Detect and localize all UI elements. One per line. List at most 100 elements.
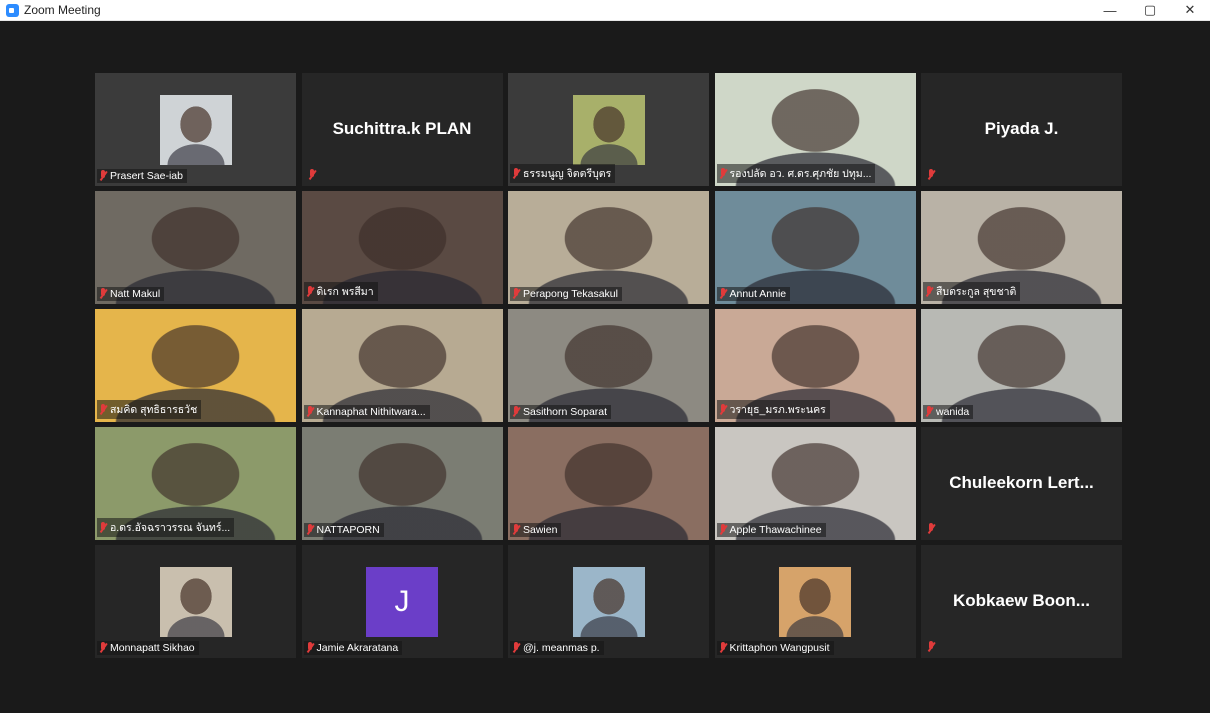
- participant-name-label: ดิเรก พรสีมา: [303, 282, 378, 301]
- window-title: Zoom Meeting: [24, 3, 101, 17]
- window-controls: — ▢ ✕: [1090, 0, 1210, 20]
- participant-tile[interactable]: NATTAPORN: [301, 427, 503, 540]
- participant-name-display: Piyada J.: [984, 118, 1059, 138]
- participant-tile[interactable]: Natt Makul: [95, 191, 296, 304]
- participant-name: Krittaphon Wangpusit: [729, 642, 830, 654]
- participant-name-display: Chuleekorn Lert...: [949, 472, 1094, 492]
- participant-name-label: Annut Annie: [716, 287, 791, 301]
- mic-muted-icon: [719, 642, 727, 654]
- participant-name: Prasert Sae-iab: [110, 170, 183, 182]
- profile-picture: [572, 95, 645, 165]
- participant-name-label: @j. meanmas p.: [510, 641, 604, 655]
- participant-name: วรายุธ_มรภ.พระนคร: [729, 404, 826, 416]
- participant-name: Natt Makul: [110, 288, 161, 300]
- participant-tile[interactable]: Perapong Tekasakul: [508, 191, 709, 304]
- participant-tile[interactable]: J Jamie Akraratana: [301, 545, 503, 658]
- mic-muted-icon: [925, 285, 933, 298]
- participant-name: Sasithorn Soparat: [523, 406, 608, 418]
- participant-tile[interactable]: ธรรมนูญ จิตตรีบุตร: [508, 73, 709, 186]
- mic-muted-icon: [99, 521, 107, 534]
- meeting-stage: Prasert Sae-iab Suchittra.k PLAN ธรรมนูญ จ…: [7, 21, 1203, 707]
- participant-name: wanida: [936, 406, 970, 418]
- participant-tile[interactable]: @j. meanmas p.: [508, 545, 709, 658]
- participant-name-label: Prasert Sae-iab: [97, 169, 187, 183]
- participant-name-label: Sawien: [510, 523, 562, 537]
- mic-muted-icon: [927, 523, 935, 535]
- participant-name: ดิเรก พรสีมา: [316, 286, 374, 298]
- participant-name-label: Monnapatt Sikhao: [97, 641, 199, 655]
- participant-tile[interactable]: Suchittra.k PLAN: [301, 73, 503, 186]
- participant-name: ธรรมนูญ จิตตรีบุตร: [523, 168, 612, 180]
- mic-muted-icon: [99, 642, 107, 654]
- participant-tile[interactable]: รองปลัด อว. ศ.ดร.ศุภชัย ปทุม...: [714, 73, 916, 186]
- participant-name-label: สืบตระกูล สุขชาติ: [923, 282, 1021, 301]
- profile-picture: [779, 567, 851, 637]
- title-bar: Zoom Meeting — ▢ ✕: [0, 0, 1210, 21]
- participant-tile[interactable]: Piyada J.: [921, 73, 1122, 186]
- maximize-button[interactable]: ▢: [1130, 0, 1170, 20]
- mic-muted-icon: [512, 288, 520, 300]
- profile-picture: [159, 95, 232, 165]
- participant-name-label: Krittaphon Wangpusit: [716, 641, 834, 655]
- mic-muted-icon: [719, 288, 727, 300]
- participant-name-label: Kannaphat Nithitwara...: [303, 405, 430, 419]
- participant-tile[interactable]: Sawien: [508, 427, 709, 540]
- participant-name-label: Apple Thawachinee: [716, 523, 826, 537]
- gallery-grid: Prasert Sae-iab Suchittra.k PLAN ธรรมนูญ จ…: [95, 73, 1122, 658]
- participant-name-label: Jamie Akraratana: [303, 641, 403, 655]
- participant-tile[interactable]: Kannaphat Nithitwara...: [301, 309, 503, 422]
- participant-tile[interactable]: วรายุธ_มรภ.พระนคร: [714, 309, 916, 422]
- participant-name-label: ธรรมนูญ จิตตรีบุตร: [510, 164, 616, 183]
- participant-tile[interactable]: Krittaphon Wangpusit: [714, 545, 916, 658]
- profile-picture: [572, 567, 645, 637]
- mic-muted-icon: [306, 406, 314, 418]
- participant-name-label: NATTAPORN: [303, 523, 384, 537]
- participant-tile[interactable]: Kobkaew Boon...: [921, 545, 1122, 658]
- mic-muted-icon: [99, 403, 107, 416]
- participant-tile[interactable]: สืบตระกูล สุขชาติ: [921, 191, 1122, 304]
- mic-muted-icon: [512, 524, 520, 536]
- participant-name-display: Suchittra.k PLAN: [332, 118, 472, 138]
- participant-name-label: wanida: [923, 405, 974, 419]
- participant-tile[interactable]: อ.ดร.อัจฉราวรรณ จันทร์...: [95, 427, 296, 540]
- participant-tile[interactable]: Chuleekorn Lert...: [921, 427, 1122, 540]
- participant-tile[interactable]: wanida: [921, 309, 1122, 422]
- participant-name: Annut Annie: [729, 288, 787, 300]
- mic-muted-icon: [306, 524, 314, 536]
- participant-name-label: Perapong Tekasakul: [510, 287, 622, 301]
- participant-name: NATTAPORN: [316, 524, 380, 536]
- mic-muted-icon: [719, 524, 727, 536]
- participant-name-label: วรายุธ_มรภ.พระนคร: [716, 400, 830, 419]
- participant-name: Perapong Tekasakul: [523, 288, 618, 300]
- mic-muted-icon: [512, 167, 520, 180]
- participant-tile[interactable]: Annut Annie: [714, 191, 916, 304]
- minimize-button[interactable]: —: [1090, 0, 1130, 20]
- mic-muted-icon: [927, 169, 935, 181]
- mic-muted-icon: [99, 170, 107, 182]
- mic-muted-icon: [308, 169, 316, 181]
- participant-name: Jamie Akraratana: [316, 642, 399, 654]
- participant-tile[interactable]: สมคิด สุทธิธารธวัช: [95, 309, 296, 422]
- mic-muted-icon: [306, 642, 314, 654]
- participant-tile[interactable]: Prasert Sae-iab: [95, 73, 296, 186]
- mic-muted-icon: [927, 641, 935, 653]
- participant-name: Kannaphat Nithitwara...: [316, 406, 426, 418]
- participant-name: @j. meanmas p.: [523, 642, 600, 654]
- participant-name-label: Sasithorn Soparat: [510, 405, 612, 419]
- mic-muted-icon: [925, 406, 933, 418]
- mic-muted-icon: [99, 288, 107, 300]
- participant-name-label: สมคิด สุทธิธารธวัช: [97, 400, 202, 419]
- participant-name: อ.ดร.อัจฉราวรรณ จันทร์...: [110, 522, 231, 534]
- participant-name: Sawien: [523, 524, 558, 536]
- participant-tile[interactable]: Apple Thawachinee: [714, 427, 916, 540]
- zoom-logo-icon: [6, 3, 19, 17]
- participant-name: Monnapatt Sikhao: [110, 642, 195, 654]
- participant-tile[interactable]: ดิเรก พรสีมา: [301, 191, 503, 304]
- participant-name-label: อ.ดร.อัจฉราวรรณ จันทร์...: [97, 518, 235, 537]
- mic-muted-icon: [719, 403, 727, 416]
- mic-muted-icon: [512, 406, 520, 418]
- participant-tile[interactable]: Monnapatt Sikhao: [95, 545, 296, 658]
- close-button[interactable]: ✕: [1170, 0, 1210, 20]
- participant-name: สมคิด สุทธิธารธวัช: [110, 404, 198, 416]
- participant-tile[interactable]: Sasithorn Soparat: [508, 309, 709, 422]
